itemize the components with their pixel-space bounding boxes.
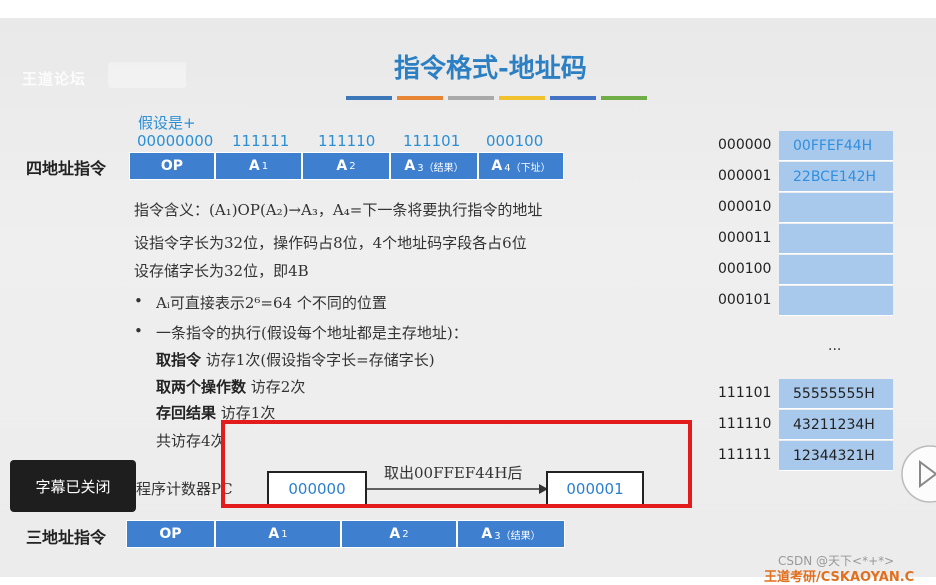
memory-address: 111101 — [718, 385, 772, 401]
field-a3: A 3（结果） — [390, 152, 478, 180]
bullet-dot: • — [134, 322, 143, 340]
color-bar-segment — [397, 96, 443, 100]
storage-text: 设存储字长为32位，即4B — [134, 262, 309, 280]
watermark-image — [108, 62, 186, 88]
memory-address: 000010 — [718, 199, 772, 215]
footer-brand: 王道考研/CSKAOYAN.C — [764, 570, 915, 585]
pc-label: 程序计数器PC — [136, 480, 233, 498]
memory-address: 000100 — [718, 261, 772, 277]
color-bar-segment — [346, 96, 392, 100]
memory-address: 111110 — [718, 416, 772, 432]
color-bar-segment — [448, 96, 494, 100]
field-op: OP — [129, 152, 215, 180]
code-op: 00000000 — [137, 132, 214, 150]
total-text: 共访存4次 — [156, 432, 226, 450]
field3-op: OP — [126, 520, 215, 548]
bullet-dot: • — [134, 292, 143, 310]
memory-cell: 43211234H — [779, 410, 893, 440]
memory-address: 000011 — [718, 230, 772, 246]
memory-cell: 22BCE142H — [779, 162, 893, 192]
field-a4: A 4（下址） — [478, 152, 564, 180]
operands-line: 取两个操作数 访存2次 — [156, 378, 306, 396]
memory-address: 000000 — [718, 137, 772, 153]
field3-a3: A 3（结果） — [457, 520, 565, 548]
meaning-text: 指令含义：(A₁)OP(A₂)→A₃，A₄=下一条将要执行指令的地址 — [134, 201, 543, 219]
caption-status-button[interactable]: 字幕已关闭 — [10, 460, 136, 512]
memory-cell: 00FFEF44H — [779, 131, 893, 161]
play-button[interactable] — [896, 434, 936, 514]
field3-a2: A2 — [341, 520, 457, 548]
memory-cell — [779, 255, 893, 285]
wordlen-text: 设指令字长为32位，操作码占8位，4个地址码字段各占6位 — [134, 234, 527, 252]
memory-cell — [779, 193, 893, 223]
assume-text: 假设是+ — [138, 114, 196, 132]
memory-cell: 12344321H — [779, 441, 893, 471]
three-addr-label: 三地址指令 — [26, 528, 107, 547]
color-bar-segment — [550, 96, 596, 100]
memory-ellipsis: ... — [828, 338, 842, 354]
bullet2-text: 一条指令的执行(假设每个地址都是主存地址)： — [156, 324, 468, 342]
slide-title: 指令格式-地址码 — [394, 54, 587, 84]
fetch-line: 取指令 访存1次(假设指令字长=存储字长) — [156, 351, 435, 369]
color-bar-segment — [601, 96, 647, 100]
four-addr-label: 四地址指令 — [26, 159, 107, 178]
field3-a1: A1 — [215, 520, 341, 548]
highlight-box — [221, 420, 692, 508]
memory-cell — [779, 286, 893, 316]
memory-address: 000101 — [718, 292, 772, 308]
memory-address: 111111 — [718, 447, 772, 463]
watermark-logo: 王道论坛 — [22, 70, 87, 88]
bullet1-text: Aᵢ可直接表示2⁶=64 个不同的位置 — [156, 294, 387, 312]
field-a1: A1 — [215, 152, 302, 180]
memory-address: 000001 — [718, 168, 772, 184]
code-a1: 111111 — [232, 132, 290, 150]
code-a3: 111101 — [403, 132, 461, 150]
play-icon — [901, 445, 936, 503]
memory-cell — [779, 224, 893, 254]
color-bar-segment — [499, 96, 545, 100]
field-a2: A2 — [302, 152, 390, 180]
code-a4: 000100 — [486, 132, 544, 150]
code-a2: 111110 — [318, 132, 376, 150]
memory-cell: 55555555H — [779, 379, 893, 409]
